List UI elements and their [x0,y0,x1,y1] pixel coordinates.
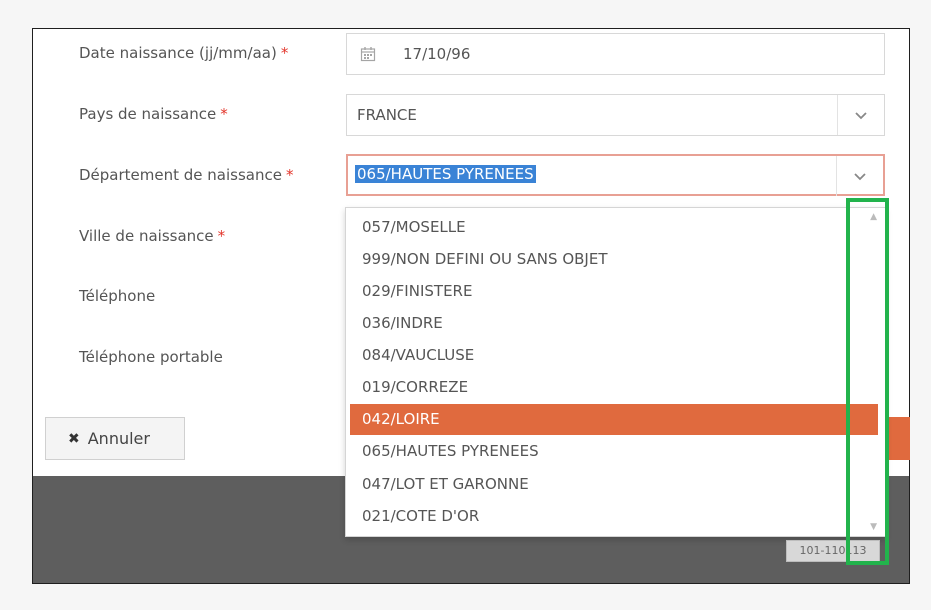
submit-button-edge[interactable] [886,417,910,460]
birth-date-value: 17/10/96 [403,45,471,63]
department-dropdown-list[interactable]: 057/MOSELLE 999/NON DEFINI OU SANS OBJET… [345,207,886,537]
dropdown-option[interactable]: 019/CORREZE [350,372,878,403]
calendar-icon[interactable] [347,34,389,74]
birth-department-label: Département de naissance * [79,166,294,184]
scrollbar-highlight-annotation [846,198,889,565]
birth-country-label: Pays de naissance * [79,105,228,123]
dropdown-option-highlighted[interactable]: 042/LOIRE [350,404,878,435]
close-icon: ✖ [68,430,80,447]
mobile-phone-label: Téléphone portable [79,348,223,366]
birth-date-field[interactable]: 17/10/96 [346,33,885,75]
phone-label: Téléphone [79,287,156,305]
dropdown-option[interactable]: 029/FINISTERE [350,276,878,307]
dropdown-option[interactable]: 084/VAUCLUSE [350,340,878,371]
dropdown-option[interactable]: 999/NON DEFINI OU SANS OBJET [350,244,878,275]
birth-country-value: FRANCE [357,106,417,124]
dropdown-option[interactable]: 021/COTE D'OR [350,501,878,532]
cancel-button[interactable]: ✖ Annuler [45,417,185,460]
birth-date-label: Date naissance (jj/mm/aa) * [79,44,289,62]
chevron-down-icon[interactable] [837,95,884,135]
dropdown-option[interactable]: 047/LOT ET GARONNE [350,469,878,500]
birth-city-label: Ville de naissance * [79,227,226,245]
birth-department-select[interactable]: 065/HAUTES PYRENEES [346,154,885,196]
birth-department-value: 065/HAUTES PYRENEES [355,165,536,183]
dropdown-option[interactable]: 065/HAUTES PYRENEES [350,436,878,467]
dropdown-option[interactable]: 036/INDRE [350,308,878,339]
chevron-down-icon[interactable] [836,156,883,196]
dropdown-option[interactable]: 057/MOSELLE [350,212,878,243]
birth-country-select[interactable]: FRANCE [346,94,885,136]
